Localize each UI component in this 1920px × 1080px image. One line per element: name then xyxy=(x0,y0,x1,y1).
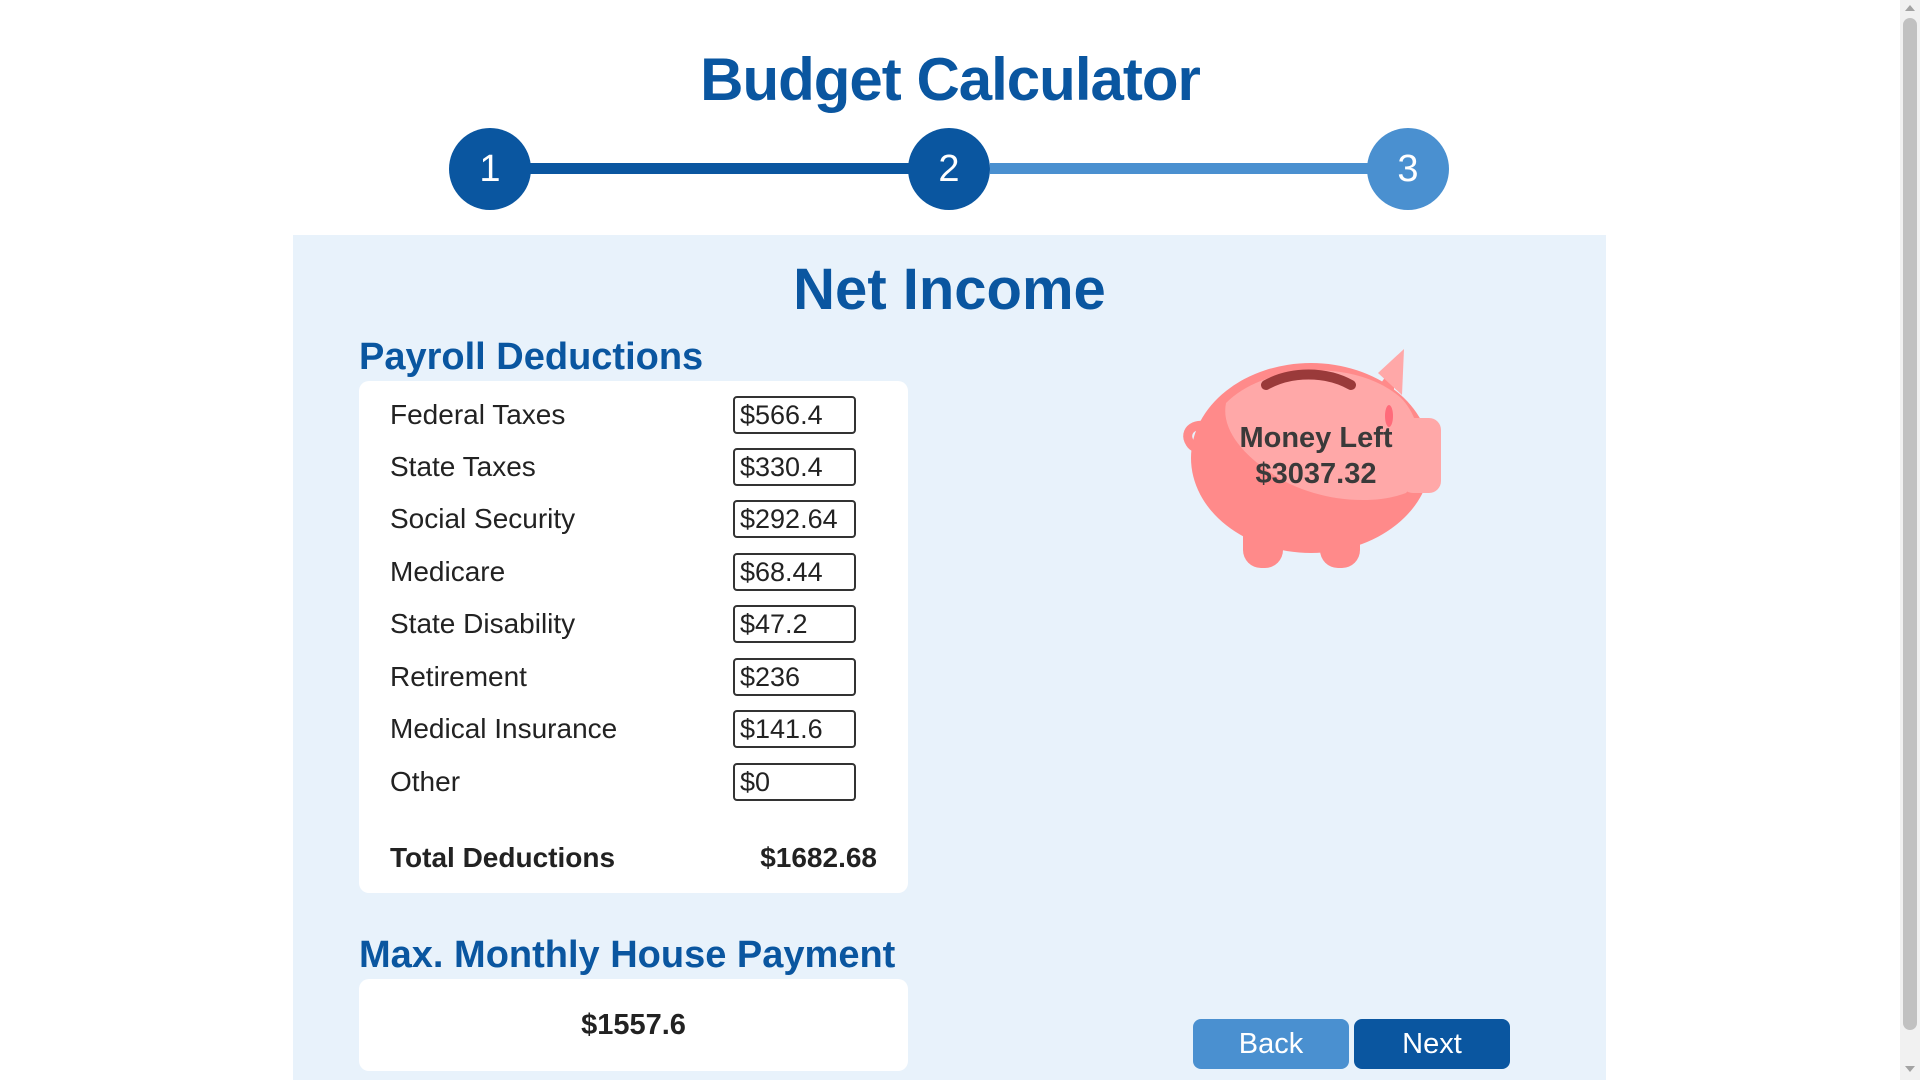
deduction-label: Social Security xyxy=(390,503,576,534)
federal-taxes-input[interactable] xyxy=(733,396,856,434)
deduction-label: Other xyxy=(390,766,461,797)
state-taxes-input[interactable] xyxy=(733,448,856,486)
next-button[interactable]: Next xyxy=(1354,1019,1510,1069)
house-payment-card: $1557.6 xyxy=(359,979,908,1071)
deduction-row-social-security: Social Security xyxy=(390,499,877,539)
house-payment-heading: Max. Monthly House Payment xyxy=(359,934,896,976)
deduction-label: State Taxes xyxy=(390,451,536,482)
deduction-row-federal-taxes: Federal Taxes xyxy=(390,395,877,435)
step-3[interactable]: 3 xyxy=(1367,128,1449,210)
medical-insurance-input[interactable] xyxy=(733,710,856,748)
social-security-input[interactable] xyxy=(733,500,856,538)
scrollbar-thumb[interactable] xyxy=(1903,18,1917,1030)
step-1[interactable]: 1 xyxy=(449,128,531,210)
stepper-line-upcoming xyxy=(990,163,1370,174)
page: Budget Calculator 1 2 3 Net Income Payro… xyxy=(0,0,1920,1080)
scroll-up-icon[interactable] xyxy=(1905,5,1915,11)
money-left-label: Money Left xyxy=(1239,422,1393,454)
money-left-value: $3037.32 xyxy=(1255,458,1377,490)
step-2[interactable]: 2 xyxy=(908,128,990,210)
scroll-down-icon[interactable] xyxy=(1905,1066,1915,1072)
vertical-scrollbar[interactable] xyxy=(1900,0,1920,1080)
other-input[interactable] xyxy=(733,763,856,801)
progress-stepper: 1 2 3 xyxy=(0,0,1900,230)
section-title: Net Income xyxy=(793,257,1106,322)
total-deductions-label: Total Deductions xyxy=(390,842,616,873)
retirement-input[interactable] xyxy=(733,658,856,696)
payroll-deductions-heading: Payroll Deductions xyxy=(359,336,704,378)
stepper-line-complete xyxy=(530,163,910,174)
deduction-row-state-taxes: State Taxes xyxy=(390,447,877,487)
deduction-label: State Disability xyxy=(390,608,576,639)
deduction-row-medical-insurance: Medical Insurance xyxy=(390,709,877,749)
money-left-widget: Money Left $3037.32 xyxy=(1156,343,1456,573)
deduction-label: Retirement xyxy=(390,661,527,692)
total-deductions-value: $1682.68 xyxy=(760,842,877,873)
deduction-label: Federal Taxes xyxy=(390,399,566,430)
net-income-panel: Net Income Payroll Deductions Federal Ta… xyxy=(293,235,1606,1080)
state-disability-input[interactable] xyxy=(733,605,856,643)
medicare-input[interactable] xyxy=(733,553,856,591)
deduction-row-other: Other xyxy=(390,762,877,802)
deduction-label: Medical Insurance xyxy=(390,713,618,744)
deduction-row-medicare: Medicare xyxy=(390,552,877,592)
deduction-row-retirement: Retirement xyxy=(390,657,877,697)
back-button[interactable]: Back xyxy=(1193,1019,1349,1069)
house-payment-value: $1557.6 xyxy=(581,1009,686,1041)
deduction-label: Medicare xyxy=(390,556,506,587)
deduction-row-state-disability: State Disability xyxy=(390,604,877,644)
deductions-card: Federal Taxes State Taxes Social Securit… xyxy=(359,381,908,893)
